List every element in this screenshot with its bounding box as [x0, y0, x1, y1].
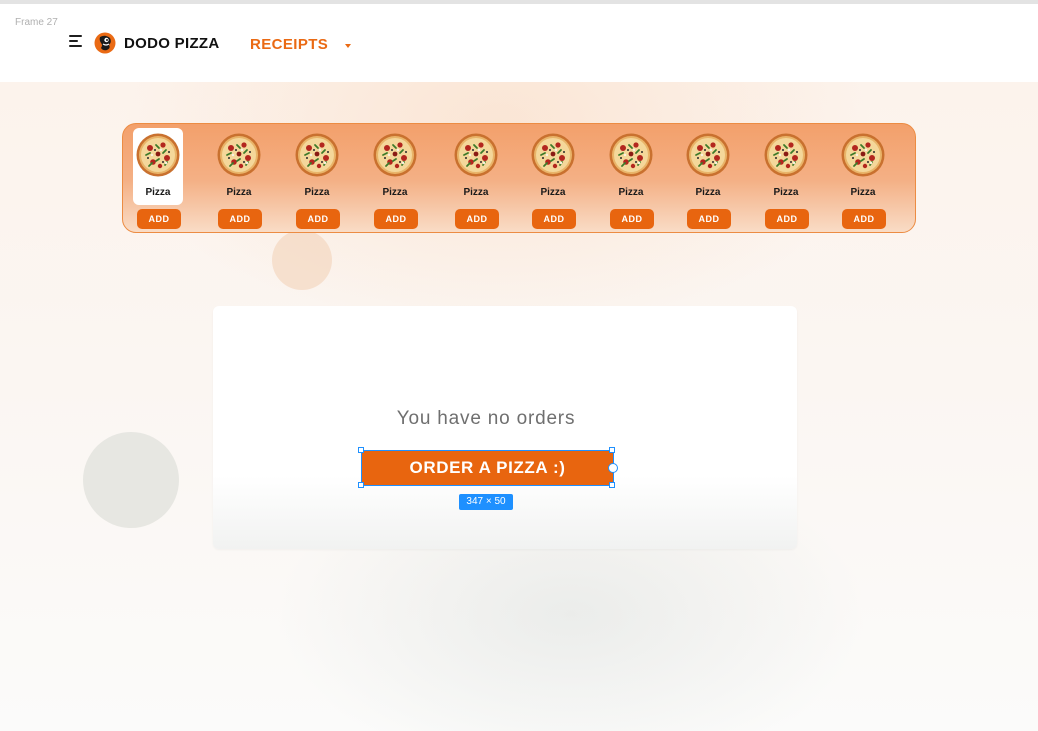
- add-to-cart-button[interactable]: ADD: [532, 209, 576, 229]
- add-to-cart-button[interactable]: ADD: [374, 209, 418, 229]
- add-to-cart-button[interactable]: ADD: [137, 209, 181, 229]
- resize-handle-bottom-left[interactable]: [358, 482, 364, 488]
- resize-handle-bottom-right[interactable]: [609, 482, 615, 488]
- pizza-item[interactable]: Pizza ADD: [133, 128, 183, 229]
- brand-name[interactable]: DODO PIZZA: [124, 35, 220, 52]
- add-to-cart-button[interactable]: ADD: [296, 209, 340, 229]
- add-to-cart-button[interactable]: ADD: [842, 209, 886, 229]
- pizza-item[interactable]: Pizza ADD: [528, 128, 578, 229]
- pizza-icon: [454, 133, 498, 177]
- pizza-icon: [373, 133, 417, 177]
- pizza-name: Pizza: [463, 187, 489, 198]
- resize-handle-top-right[interactable]: [609, 447, 615, 453]
- pizza-name: Pizza: [145, 187, 171, 198]
- frame-label: Frame 27: [15, 17, 58, 28]
- decor-circle-small: [272, 230, 332, 290]
- pizza-icon: [686, 133, 730, 177]
- add-to-cart-button[interactable]: ADD: [610, 209, 654, 229]
- pizza-icon: [136, 133, 180, 177]
- orders-panel: You have no orders ORDER A PIZZA :) 347 …: [213, 306, 797, 549]
- rotate-handle-icon[interactable]: [608, 463, 618, 473]
- add-to-cart-button[interactable]: ADD: [455, 209, 499, 229]
- pizza-name: Pizza: [773, 187, 799, 198]
- pizza-item[interactable]: Pizza ADD: [606, 128, 656, 229]
- pizza-item[interactable]: Pizza ADD: [761, 128, 811, 229]
- pizza-carousel: Pizza ADD Pizza ADD Pizza ADD Pizza ADD …: [122, 123, 916, 233]
- hamburger-menu-icon[interactable]: [69, 35, 84, 49]
- pizza-icon: [609, 133, 653, 177]
- pizza-name: Pizza: [540, 187, 566, 198]
- pizza-icon: [531, 133, 575, 177]
- site-header: DODO PIZZA RECEIPTS: [0, 4, 1038, 82]
- dodo-logo-icon[interactable]: [94, 32, 116, 54]
- chevron-down-icon[interactable]: [345, 44, 351, 48]
- pizza-item[interactable]: Pizza ADD: [292, 128, 342, 229]
- pizza-item[interactable]: Pizza ADD: [838, 128, 888, 229]
- pizza-icon: [295, 133, 339, 177]
- pizza-item[interactable]: Pizza ADD: [451, 128, 501, 229]
- pizza-item[interactable]: Pizza ADD: [370, 128, 420, 229]
- pizza-item[interactable]: Pizza ADD: [683, 128, 733, 229]
- pizza-name: Pizza: [618, 187, 644, 198]
- receipts-nav-link[interactable]: RECEIPTS: [250, 36, 328, 53]
- empty-orders-message: You have no orders: [396, 408, 576, 429]
- add-to-cart-button[interactable]: ADD: [218, 209, 262, 229]
- pizza-name: Pizza: [382, 187, 408, 198]
- pizza-name: Pizza: [226, 187, 252, 198]
- pizza-icon: [217, 133, 261, 177]
- pizza-name: Pizza: [695, 187, 721, 198]
- pizza-name: Pizza: [304, 187, 330, 198]
- resize-handle-top-left[interactable]: [358, 447, 364, 453]
- add-to-cart-button[interactable]: ADD: [687, 209, 731, 229]
- dimension-badge: 347 × 50: [459, 494, 513, 510]
- pizza-item[interactable]: Pizza ADD: [214, 128, 264, 229]
- pizza-name: Pizza: [850, 187, 876, 198]
- pizza-icon: [841, 133, 885, 177]
- order-pizza-button[interactable]: ORDER A PIZZA :): [362, 451, 613, 485]
- pizza-icon: [764, 133, 808, 177]
- add-to-cart-button[interactable]: ADD: [765, 209, 809, 229]
- decor-circle-large: [83, 432, 179, 528]
